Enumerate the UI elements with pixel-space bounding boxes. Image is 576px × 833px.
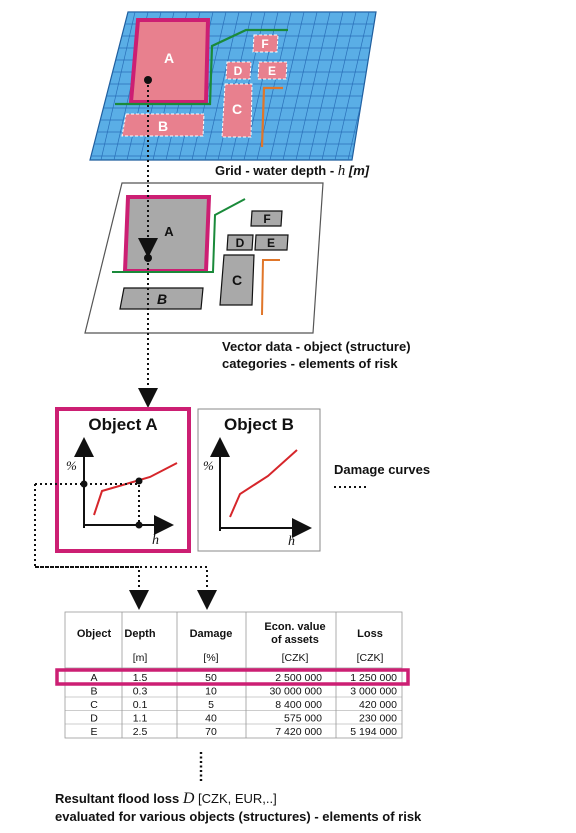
sample-point-vector xyxy=(144,254,152,262)
table-cell-depth: 0.3 xyxy=(133,686,148,698)
grid-layer: A F D E C B Grid - water depth - h [m] xyxy=(89,11,377,179)
table-cell-damage: 10 xyxy=(205,686,217,698)
col-header-loss: Loss xyxy=(357,628,383,640)
panel-b-y-axis-label: % xyxy=(203,458,214,473)
table-cell-depth: 1.5 xyxy=(133,672,148,684)
table-cell-loss: 420 000 xyxy=(359,699,397,711)
result-line2: evaluated for various objects (structure… xyxy=(55,809,422,824)
connector-curve-damage xyxy=(35,566,217,610)
panel-b-x-axis-label: h xyxy=(288,534,295,549)
table-cell-loss: 3 000 000 xyxy=(350,686,397,698)
vector-caption-line1: Vector data - object (structure) xyxy=(222,339,411,354)
table-cell-value: 2 500 000 xyxy=(275,672,322,684)
vector-label-b: B xyxy=(157,291,167,307)
table-cell-object: D xyxy=(90,713,98,725)
panel-a-x-axis-label: h xyxy=(152,533,159,548)
grid-label-a: A xyxy=(164,50,174,66)
table-cell-depth: 2.5 xyxy=(133,726,148,738)
table-cell-value: 30 000 000 xyxy=(269,686,322,698)
vector-label-d: D xyxy=(236,236,245,250)
grid-line xyxy=(90,12,97,160)
curve-a-damage-point xyxy=(80,480,88,488)
grid-label-d: D xyxy=(234,64,243,78)
panel-a-title: Object A xyxy=(88,415,157,434)
table-cell-value: 7 420 000 xyxy=(275,726,322,738)
flood-loss-diagram: A F D E C B Grid - water depth - h [m] A… xyxy=(34,11,430,824)
grid-label-f: F xyxy=(261,37,268,51)
col-header-object: Object xyxy=(77,628,112,640)
unit-depth: [m] xyxy=(133,652,148,664)
vector-caption-line2: categories - elements of risk xyxy=(222,356,398,371)
damage-curve-panel-b: Object B % h xyxy=(197,408,321,552)
col-header-econ-line2: of assets xyxy=(271,634,319,646)
table-cell-object: B xyxy=(90,686,97,698)
vector-label-e: E xyxy=(267,236,275,250)
unit-loss: [CZK] xyxy=(357,652,384,664)
curve-a-curve-point xyxy=(135,477,143,485)
grid-label-c: C xyxy=(232,101,242,117)
loss-table: Object Depth Damage Econ. value of asset… xyxy=(55,611,410,739)
table-cell-damage: 5 xyxy=(208,699,214,711)
damage-curves-label: Damage curves xyxy=(334,462,430,477)
panel-a-y-axis-label: % xyxy=(66,458,77,473)
table-cell-value: 575 000 xyxy=(284,713,322,725)
vector-label-a: A xyxy=(164,224,174,239)
table-cell-object: A xyxy=(90,672,97,684)
col-header-depth: Depth xyxy=(124,628,155,640)
table-cell-loss: 1 250 000 xyxy=(350,672,397,684)
table-cell-loss: 230 000 xyxy=(359,713,397,725)
table-cell-value: 8 400 000 xyxy=(275,699,322,711)
result-line1: Resultant flood loss D [CZK, EUR,..] xyxy=(55,790,277,807)
table-cell-damage: 50 xyxy=(205,672,217,684)
panel-b-title: Object B xyxy=(224,415,294,434)
grid-label-b: B xyxy=(158,118,168,134)
table-cell-damage: 40 xyxy=(205,713,217,725)
vector-layer: A F D E C B Vector data - object (struct… xyxy=(84,182,411,371)
unit-damage: [%] xyxy=(203,652,218,664)
table-cell-object: E xyxy=(90,726,97,738)
vector-label-f: F xyxy=(263,212,270,226)
sample-point-grid xyxy=(144,76,152,84)
table-cell-object: C xyxy=(90,699,98,711)
unit-econ: [CZK] xyxy=(282,652,309,664)
vector-label-c: C xyxy=(232,272,242,288)
grid-caption: Grid - water depth - h [m] xyxy=(215,163,370,179)
table-cell-depth: 0.1 xyxy=(133,699,148,711)
table-cell-loss: 5 194 000 xyxy=(350,726,397,738)
table-cell-damage: 70 xyxy=(205,726,217,738)
col-header-damage: Damage xyxy=(190,628,233,640)
curve-a-depth-point xyxy=(135,521,143,529)
grid-label-e: E xyxy=(268,64,276,78)
damage-curve-panel-a: Object A % h xyxy=(35,407,191,553)
table-cell-depth: 1.1 xyxy=(133,713,148,725)
col-header-econ-line1: Econ. value xyxy=(264,621,325,633)
